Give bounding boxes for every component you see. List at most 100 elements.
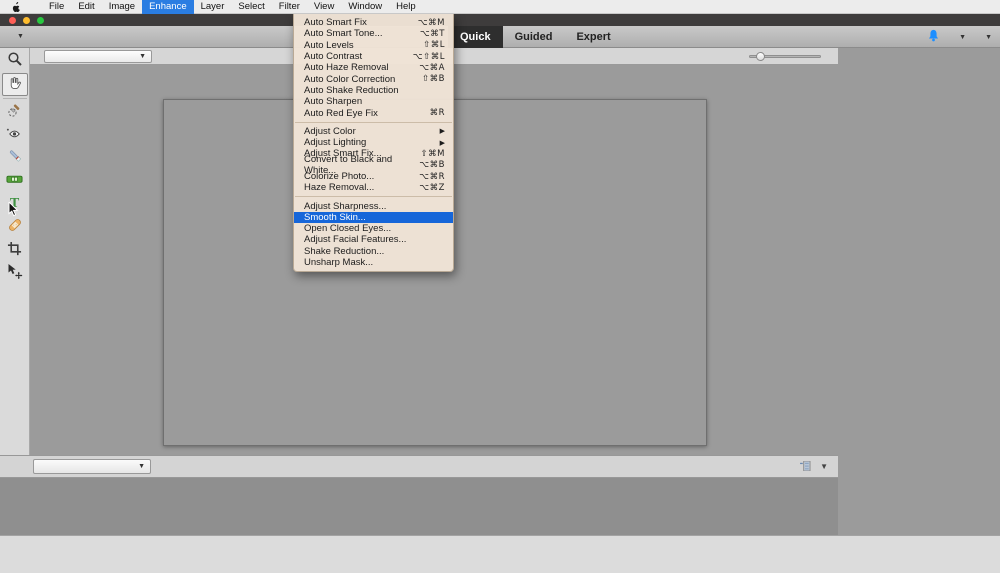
menu-item-shortcut: ⌥⌘M bbox=[417, 17, 445, 28]
menu-item-adjust-lighting[interactable]: Adjust Lighting ▶ bbox=[294, 137, 453, 148]
chevron-down-icon: ▼ bbox=[959, 33, 967, 41]
zoom-slider-knob[interactable] bbox=[756, 51, 765, 61]
menu-item-auto-color-correction[interactable]: Auto Color Correction ⇧⌘B bbox=[294, 73, 453, 85]
menu-item-label: Auto Contrast bbox=[304, 51, 363, 63]
menubar-item-window[interactable]: Window bbox=[341, 0, 389, 14]
menu-item-label: Haze Removal... bbox=[304, 182, 375, 194]
bandaid-icon bbox=[7, 217, 23, 238]
menu-item-label: Adjust Facial Features... bbox=[304, 234, 407, 246]
hand-tool[interactable] bbox=[1, 73, 28, 96]
menu-item-auto-contrast[interactable]: Auto Contrast ⌥⇧⌘L bbox=[294, 51, 453, 62]
menu-item-shortcut: ⌘R bbox=[429, 108, 445, 119]
chevron-down-icon: ▼ bbox=[985, 33, 992, 41]
chevron-down-icon: ▼ bbox=[17, 33, 24, 40]
menu-item-auto-smart-fix[interactable]: Auto Smart Fix ⌥⌘M bbox=[294, 17, 453, 28]
minimize-window-button[interactable] bbox=[23, 17, 30, 24]
menu-item-adjust-facial-features[interactable]: Adjust Facial Features... bbox=[294, 234, 453, 245]
menu-item-label: Unsharp Mask... bbox=[304, 257, 374, 269]
menu-item-auto-smart-tone[interactable]: Auto Smart Tone... ⌥⌘T bbox=[294, 28, 453, 39]
menu-item-label: Auto Smart Fix bbox=[304, 17, 367, 29]
red-eye-removal-tool[interactable] bbox=[2, 124, 28, 147]
menubar-item-view[interactable]: View bbox=[307, 0, 341, 14]
zoom-tool[interactable] bbox=[2, 50, 28, 73]
crop-icon bbox=[7, 241, 22, 261]
menu-item-label: Smooth Skin... bbox=[304, 211, 366, 223]
tab-guided[interactable]: Guided bbox=[503, 26, 565, 48]
open-button[interactable]: ▼ bbox=[0, 33, 24, 40]
menu-item-colorize-photo[interactable]: Colorize Photo... ⌥⌘R bbox=[294, 171, 453, 182]
level-icon bbox=[6, 172, 23, 191]
menu-item-unsharp-mask[interactable]: Unsharp Mask... bbox=[294, 257, 453, 268]
straighten-tool[interactable] bbox=[2, 170, 28, 193]
submenu-arrow-icon: ▶ bbox=[439, 139, 445, 147]
menu-item-label: Auto Smart Tone... bbox=[304, 28, 383, 40]
menu-item-label: Open Closed Eyes... bbox=[304, 223, 392, 235]
menu-item-auto-shake-reduction[interactable]: Auto Shake Reduction bbox=[294, 85, 453, 96]
quick-selection-tool[interactable] bbox=[2, 101, 28, 124]
toothbrush-icon bbox=[7, 148, 23, 169]
menu-item-adjust-color[interactable]: Adjust Color ▶ bbox=[294, 126, 453, 137]
menu-item-label: Shake Reduction... bbox=[304, 245, 385, 257]
menu-item-open-closed-eyes[interactable]: Open Closed Eyes... bbox=[294, 223, 453, 234]
hand-icon bbox=[7, 75, 22, 95]
menubar-item-select[interactable]: Select bbox=[231, 0, 271, 14]
window-titlebar bbox=[0, 14, 1000, 26]
menu-item-shortcut: ⇧⌘B bbox=[422, 74, 445, 85]
menu-item-label: Auto Levels bbox=[304, 39, 354, 51]
menu-item-label: Auto Color Correction bbox=[304, 73, 396, 85]
photo-bin bbox=[0, 478, 838, 535]
menubar-item-file[interactable]: File bbox=[42, 0, 71, 14]
menu-item-label: Auto Red Eye Fix bbox=[304, 107, 378, 119]
submenu-arrow-icon: ▶ bbox=[439, 128, 445, 136]
menu-item-auto-haze-removal[interactable]: Auto Haze Removal ⌥⌘A bbox=[294, 62, 453, 73]
close-window-button[interactable] bbox=[9, 17, 16, 24]
view-select[interactable]: ▼ bbox=[44, 49, 152, 63]
spot-healing-tool[interactable] bbox=[2, 216, 28, 239]
menu-item-shortcut: ⇧⌘L bbox=[423, 40, 445, 51]
whiten-teeth-tool[interactable] bbox=[2, 147, 28, 170]
show-open-files-select[interactable]: ▼ bbox=[33, 459, 151, 474]
menu-item-haze-removal[interactable]: Haze Removal... ⌥⌘Z bbox=[294, 182, 453, 193]
zoom-window-button[interactable] bbox=[37, 17, 44, 24]
tool-separator bbox=[2, 98, 27, 99]
apple-icon[interactable] bbox=[0, 1, 30, 12]
eye-icon bbox=[6, 126, 23, 145]
menu-item-label: Colorize Photo... bbox=[304, 171, 375, 182]
menu-item-adjust-sharpness[interactable]: Adjust Sharpness... bbox=[294, 200, 453, 212]
menu-item-auto-sharpen[interactable]: Auto Sharpen bbox=[294, 96, 453, 107]
tab-quick[interactable]: Quick bbox=[448, 26, 503, 48]
menu-item-auto-levels[interactable]: Auto Levels ⇧⌘L bbox=[294, 40, 453, 51]
chevron-down-icon: ▼ bbox=[139, 52, 146, 60]
photo-bin-header: ▼ ▼ bbox=[0, 455, 838, 478]
menubar-item-filter[interactable]: Filter bbox=[272, 0, 307, 14]
bin-list-view-icon[interactable] bbox=[800, 458, 811, 476]
move-icon bbox=[7, 263, 23, 284]
mouse-cursor bbox=[8, 202, 19, 217]
crop-tool[interactable] bbox=[2, 239, 28, 262]
menu-separator bbox=[295, 196, 452, 198]
menu-item-smooth-skin[interactable]: Smooth Skin... bbox=[294, 211, 453, 224]
enhance-menu: Auto Smart Fix ⌥⌘M Auto Smart Tone... ⌥⌘T Au… bbox=[293, 14, 454, 273]
menu-item-shortcut: ⌥⌘T bbox=[420, 28, 445, 39]
menu-item-auto-red-eye-fix[interactable]: Auto Red Eye Fix ⌘R bbox=[294, 107, 453, 119]
menu-item-convert-to-black-and-white[interactable]: Convert to Black and White... ⌥⌘B bbox=[294, 154, 453, 176]
menubar-item-help[interactable]: Help bbox=[389, 0, 423, 14]
move-tool[interactable] bbox=[2, 262, 28, 285]
zoom-slider[interactable] bbox=[749, 51, 821, 61]
tab-expert[interactable]: Expert bbox=[564, 26, 622, 48]
notifications-bell-icon[interactable] bbox=[927, 29, 940, 46]
macos-menubar: File Edit Image Enhance Layer Select Filter Vie… bbox=[0, 0, 1000, 14]
menu-item-shortcut: ⌥⌘Z bbox=[419, 182, 445, 193]
menubar-item-image[interactable]: Image bbox=[102, 0, 142, 14]
share-button[interactable]: ▼ bbox=[980, 34, 992, 41]
create-button[interactable]: ▼ bbox=[954, 34, 966, 41]
menu-item-label: Adjust Color bbox=[304, 125, 356, 137]
menu-item-shake-reduction[interactable]: Shake Reduction... bbox=[294, 246, 453, 257]
menu-item-shortcut: ⌥⌘R bbox=[419, 171, 445, 182]
menu-item-label: Adjust Sharpness... bbox=[304, 200, 387, 212]
bin-panel-chevron-icon[interactable]: ▼ bbox=[820, 462, 828, 471]
menubar-item-enhance[interactable]: Enhance bbox=[142, 0, 194, 14]
menubar-item-layer[interactable]: Layer bbox=[194, 0, 232, 14]
mode-tabs: Quick Guided Expert bbox=[448, 26, 623, 48]
menubar-item-edit[interactable]: Edit bbox=[71, 0, 101, 14]
